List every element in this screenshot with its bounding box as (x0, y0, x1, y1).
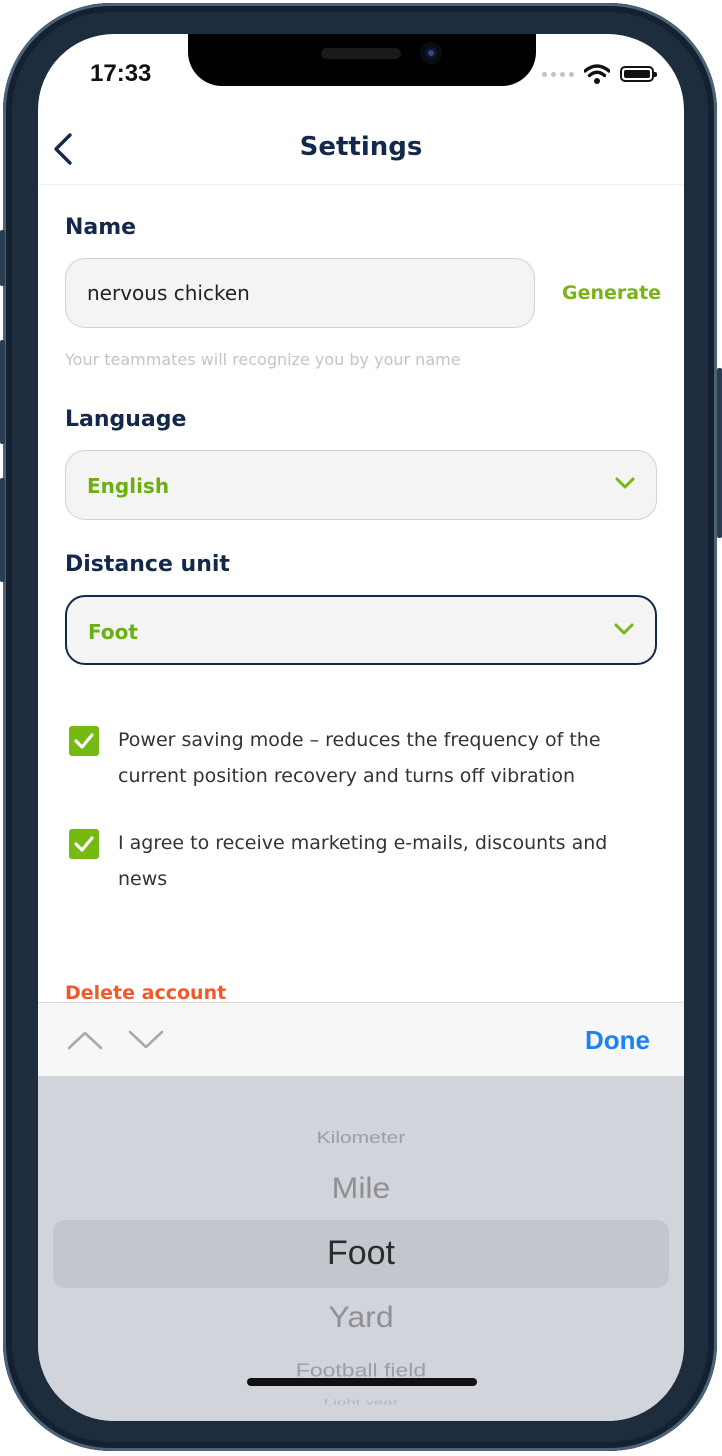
generate-name-button[interactable]: Generate (562, 282, 661, 304)
nav-divider (38, 184, 684, 185)
distance-unit-select-value: Foot (88, 620, 138, 644)
delete-account-link[interactable]: Delete account (65, 982, 226, 1004)
page-title: Settings (299, 132, 423, 162)
name-input-value: nervous chicken (87, 281, 250, 305)
status-icons (542, 64, 657, 84)
picker-option-selected[interactable]: Foot (38, 1234, 684, 1273)
status-time: 17:33 (90, 60, 152, 87)
front-camera (420, 42, 442, 64)
battery-icon (620, 66, 657, 82)
picker-option[interactable]: Mile (38, 1171, 684, 1205)
volume-up-button (0, 340, 5, 444)
power-saving-label: Power saving mode – reduces the frequenc… (118, 729, 601, 787)
name-label: Name (65, 215, 137, 240)
chevron-up-icon[interactable] (66, 1029, 104, 1051)
language-select-value: English (87, 474, 170, 498)
mute-switch (0, 230, 5, 286)
language-label: Language (65, 407, 187, 432)
chevron-down-icon (615, 477, 635, 489)
chevron-down-icon (614, 623, 634, 635)
wifi-icon (584, 64, 610, 84)
cellular-signal-icon (542, 71, 574, 77)
distance-unit-picker[interactable]: Kilometer Mile Foot Yard Football field … (38, 1076, 684, 1421)
chevron-down-icon[interactable] (127, 1029, 165, 1051)
distance-unit-select[interactable]: Foot (65, 595, 657, 665)
home-indicator (247, 1378, 477, 1386)
picker-option[interactable]: Light year (38, 1398, 684, 1405)
picker-option[interactable]: Yard (38, 1300, 684, 1334)
done-button[interactable]: Done (585, 1025, 650, 1056)
volume-down-button (0, 478, 5, 582)
power-button (717, 368, 722, 538)
speaker (321, 48, 401, 59)
checkmark-icon (74, 733, 94, 749)
checkmark-icon (74, 836, 94, 852)
picker-option[interactable]: Kilometer (38, 1128, 684, 1147)
distance-unit-label: Distance unit (65, 552, 230, 577)
picker-toolbar: Done (38, 1002, 684, 1076)
language-select[interactable]: English (65, 450, 657, 520)
marketing-consent-checkbox[interactable] (69, 829, 99, 859)
name-input[interactable]: nervous chicken (65, 258, 535, 328)
power-saving-checkbox[interactable] (69, 726, 99, 756)
marketing-consent-label: I agree to receive marketing e-mails, di… (118, 832, 608, 890)
notch (188, 34, 536, 86)
screen: 17:33 Settings Name nervous chicken Gene… (38, 34, 684, 1421)
name-hint: Your teammates will recognize you by you… (65, 350, 461, 369)
